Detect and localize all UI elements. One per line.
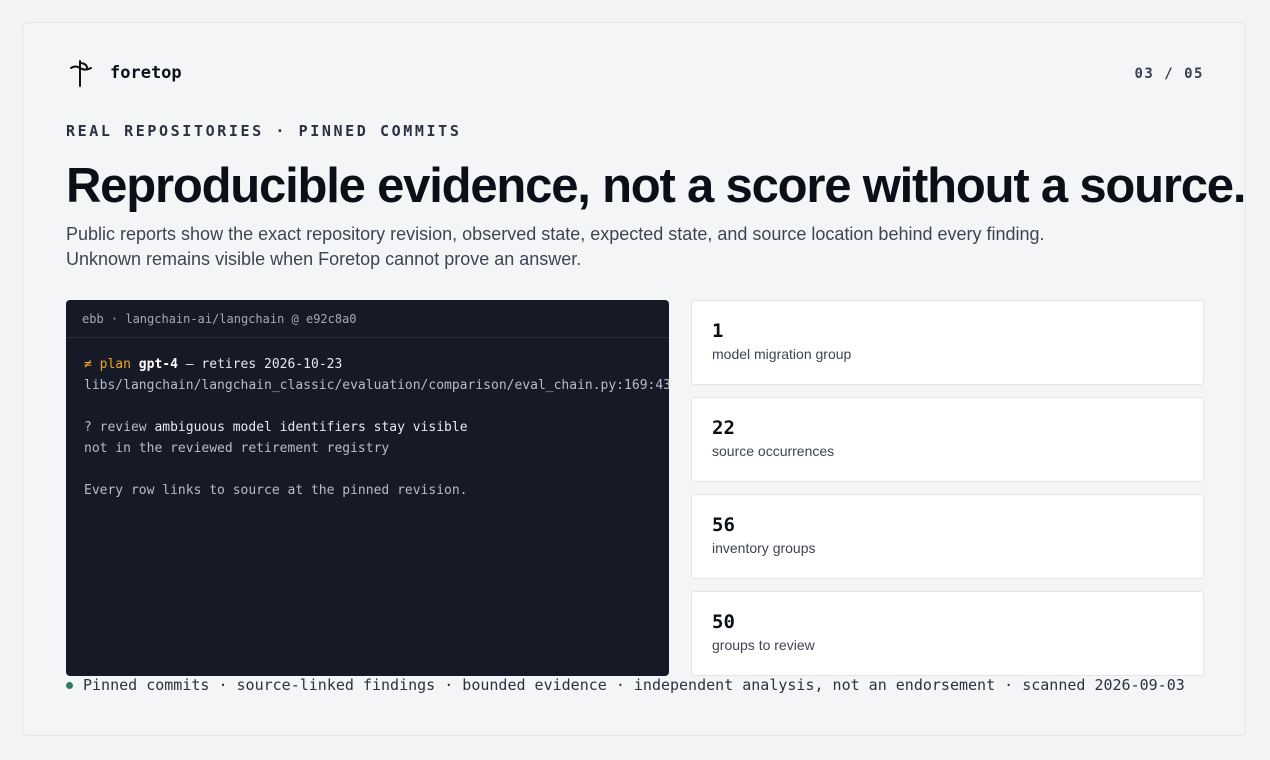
retire-date: — retires 2026-10-23 [177, 357, 343, 372]
terminal-body: ≠ plan gpt-4 — retires 2026-10-23 libs/la… [66, 338, 669, 501]
stat-label: groups to review [712, 637, 815, 653]
terminal-footnote: Every row links to source at the pinned … [84, 483, 468, 498]
pin-flag-icon [70, 60, 92, 87]
source-path-link[interactable]: libs/langchain/langchain_classic/evaluat… [84, 375, 669, 396]
stat-value: 50 [712, 611, 735, 633]
lede-line-1: Public reports show the exact repository… [66, 224, 1045, 244]
terminal-line-review: ? review ambiguous model identifiers sta… [84, 417, 669, 438]
stat-label: source occurrences [712, 443, 835, 459]
stat-label: model migration group [712, 346, 852, 362]
stat-label: inventory groups [712, 540, 816, 556]
lede-paragraph: Public reports show the exact repository… [66, 222, 1126, 272]
stat-value: 56 [712, 514, 735, 536]
terminal-panel: ebb · langchain-ai/langchain @ e92c8a0 ≠… [66, 300, 669, 676]
eyebrow-label: REAL REPOSITORIES · PINNED COMMITS [66, 122, 462, 140]
stat-card-review: 50 groups to review [691, 591, 1204, 676]
review-text: ambiguous model identifiers stay visible [154, 420, 468, 435]
page-counter: 03 / 05 [1134, 66, 1204, 82]
model-name: gpt-4 [138, 357, 178, 372]
status-dot-icon [66, 681, 73, 689]
stat-card-inventory: 56 inventory groups [691, 494, 1204, 579]
review-marker: ? review [84, 420, 155, 435]
lede-line-2: Unknown remains visible when Foretop can… [66, 249, 582, 269]
stat-value: 1 [712, 320, 724, 342]
brand-name: foretop [110, 63, 182, 83]
stat-card-migration: 1 model migration group [691, 300, 1204, 385]
plan-marker: ≠ plan [84, 357, 139, 372]
terminal-header: ebb · langchain-ai/langchain @ e92c8a0 [66, 300, 669, 338]
stat-value: 22 [712, 417, 735, 439]
stat-card-occurrences: 22 source occurrences [691, 397, 1204, 482]
page-title: Reproducible evidence, not a score witho… [66, 159, 1246, 213]
terminal-line-plan: ≠ plan gpt-4 — retires 2026-10-23 [84, 354, 669, 375]
review-note: not in the reviewed retirement registry [84, 441, 390, 456]
footer-status: Pinned commits · source-linked findings … [66, 675, 1185, 695]
footer-text: Pinned commits · source-linked findings … [83, 676, 1185, 694]
